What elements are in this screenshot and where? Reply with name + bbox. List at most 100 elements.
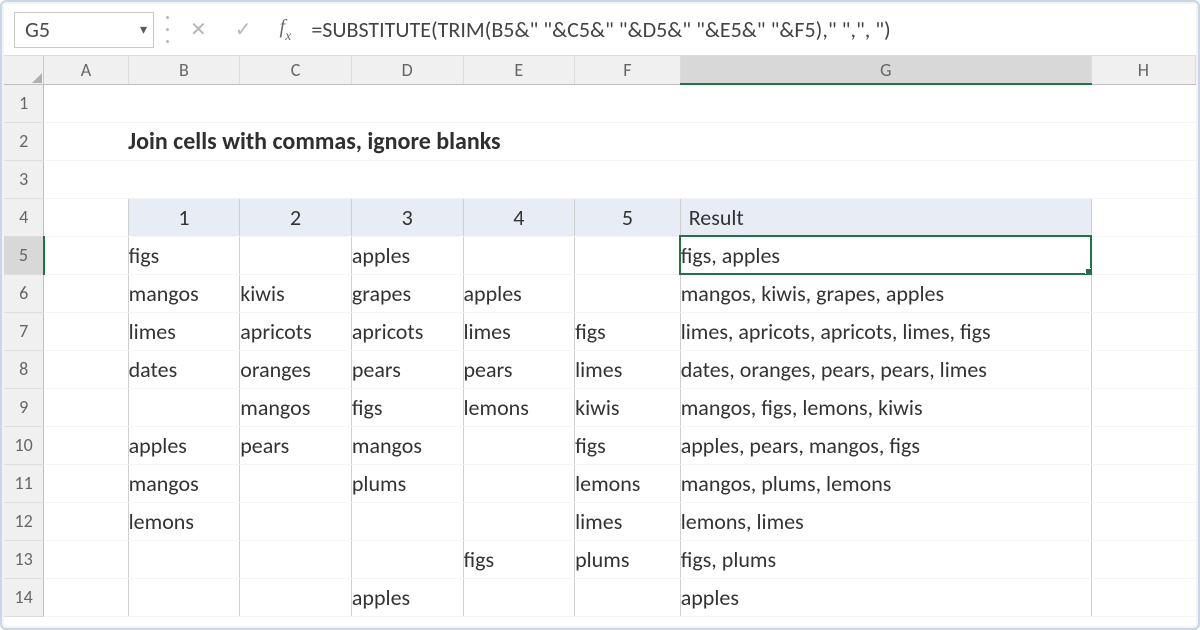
data-cell[interactable] xyxy=(240,502,352,540)
data-cell[interactable]: lemons xyxy=(463,388,575,426)
data-cell[interactable]: plums xyxy=(575,540,681,578)
data-cell[interactable] xyxy=(240,464,352,502)
cell[interactable] xyxy=(44,236,128,274)
row-header-4[interactable]: 4 xyxy=(4,198,44,236)
cell[interactable] xyxy=(44,578,128,616)
data-cell[interactable]: apples xyxy=(351,578,463,616)
row-header-10[interactable]: 10 xyxy=(4,426,44,464)
data-cell[interactable] xyxy=(575,236,681,274)
data-cell[interactable]: pears xyxy=(351,350,463,388)
result-cell[interactable]: mangos, kiwis, grapes, apples xyxy=(680,274,1091,312)
title-cell[interactable]: Join cells with commas, ignore blanks xyxy=(128,122,1091,160)
insert-function-icon[interactable]: fx xyxy=(280,16,292,43)
row-header-14[interactable]: 14 xyxy=(4,578,44,616)
cell[interactable] xyxy=(1091,84,1195,122)
row-header-11[interactable]: 11 xyxy=(4,464,44,502)
cell[interactable] xyxy=(351,160,463,198)
cell[interactable] xyxy=(240,160,352,198)
enter-icon[interactable]: ✓ xyxy=(235,17,252,42)
data-cell[interactable] xyxy=(463,502,575,540)
result-cell[interactable]: limes, apricots, apricots, limes, figs xyxy=(680,312,1091,350)
name-box-dropdown-icon[interactable]: ▾ xyxy=(140,13,147,47)
data-cell[interactable]: grapes xyxy=(351,274,463,312)
cell[interactable] xyxy=(1091,160,1195,198)
data-cell[interactable]: figs xyxy=(351,388,463,426)
cell[interactable] xyxy=(1091,540,1195,578)
table-header[interactable]: 5 xyxy=(575,198,681,236)
row-header-13[interactable]: 13 xyxy=(4,540,44,578)
cell[interactable] xyxy=(1091,388,1195,426)
cell[interactable] xyxy=(44,84,128,122)
data-cell[interactable]: mangos xyxy=(128,274,240,312)
col-header-H[interactable]: H xyxy=(1091,56,1195,84)
cell[interactable] xyxy=(1091,426,1195,464)
cell[interactable] xyxy=(1091,122,1195,160)
result-cell[interactable]: apples, pears, mangos, figs xyxy=(680,426,1091,464)
col-header-B[interactable]: B xyxy=(128,56,240,84)
cell[interactable] xyxy=(44,312,128,350)
row-header-7[interactable]: 7 xyxy=(4,312,44,350)
row-header-3[interactable]: 3 xyxy=(4,160,44,198)
row-header-1[interactable]: 1 xyxy=(4,84,44,122)
cell[interactable] xyxy=(1091,198,1195,236)
select-all-corner[interactable] xyxy=(4,56,44,84)
formula-input[interactable]: =SUBSTITUTE(TRIM(B5&" "&C5&" "&D5&" "&E5… xyxy=(311,12,1196,48)
data-cell[interactable] xyxy=(463,578,575,616)
data-cell[interactable]: limes xyxy=(575,502,681,540)
name-box[interactable]: G5 ▾ xyxy=(14,12,154,48)
cell[interactable] xyxy=(128,84,240,122)
data-cell[interactable]: limes xyxy=(463,312,575,350)
cell[interactable] xyxy=(1091,274,1195,312)
data-cell[interactable] xyxy=(351,540,463,578)
cell[interactable] xyxy=(1091,350,1195,388)
data-cell[interactable] xyxy=(575,274,681,312)
cell[interactable] xyxy=(44,350,128,388)
cell[interactable] xyxy=(463,160,575,198)
col-header-A[interactable]: A xyxy=(44,56,128,84)
cell[interactable] xyxy=(680,160,1091,198)
formula-bar-grip[interactable] xyxy=(160,12,174,48)
data-cell[interactable]: apples xyxy=(351,236,463,274)
cell[interactable] xyxy=(128,160,240,198)
data-cell[interactable] xyxy=(128,578,240,616)
data-cell[interactable]: limes xyxy=(575,350,681,388)
data-cell[interactable]: oranges xyxy=(240,350,352,388)
data-cell[interactable] xyxy=(128,540,240,578)
cell[interactable] xyxy=(44,426,128,464)
result-cell[interactable]: lemons, limes xyxy=(680,502,1091,540)
cell[interactable] xyxy=(1091,578,1195,616)
cell[interactable] xyxy=(575,160,681,198)
data-cell[interactable]: mangos xyxy=(240,388,352,426)
data-cell[interactable] xyxy=(128,388,240,426)
cell[interactable] xyxy=(1091,502,1195,540)
data-cell[interactable] xyxy=(240,236,352,274)
cell[interactable] xyxy=(680,84,1091,122)
data-cell[interactable]: figs xyxy=(575,426,681,464)
data-cell[interactable] xyxy=(463,464,575,502)
col-header-E[interactable]: E xyxy=(463,56,575,84)
cell[interactable] xyxy=(1091,464,1195,502)
cell[interactable] xyxy=(44,540,128,578)
col-header-D[interactable]: D xyxy=(351,56,463,84)
result-cell[interactable]: dates, oranges, pears, pears, limes xyxy=(680,350,1091,388)
cell[interactable] xyxy=(44,160,128,198)
row-header-12[interactable]: 12 xyxy=(4,502,44,540)
result-cell[interactable]: figs, plums xyxy=(680,540,1091,578)
cell[interactable] xyxy=(44,464,128,502)
data-cell[interactable] xyxy=(463,236,575,274)
col-header-F[interactable]: F xyxy=(575,56,681,84)
data-cell[interactable]: apricots xyxy=(240,312,352,350)
col-header-C[interactable]: C xyxy=(240,56,352,84)
table-header-result[interactable]: Result xyxy=(680,198,1091,236)
data-cell[interactable]: dates xyxy=(128,350,240,388)
cell[interactable] xyxy=(44,502,128,540)
result-cell[interactable]: mangos, plums, lemons xyxy=(680,464,1091,502)
table-header[interactable]: 4 xyxy=(463,198,575,236)
data-cell[interactable]: limes xyxy=(128,312,240,350)
data-cell[interactable]: figs xyxy=(463,540,575,578)
data-cell[interactable]: lemons xyxy=(575,464,681,502)
data-cell[interactable]: mangos xyxy=(351,426,463,464)
cell[interactable] xyxy=(44,122,128,160)
data-cell[interactable]: mangos xyxy=(128,464,240,502)
row-header-5[interactable]: 5 xyxy=(4,236,44,274)
